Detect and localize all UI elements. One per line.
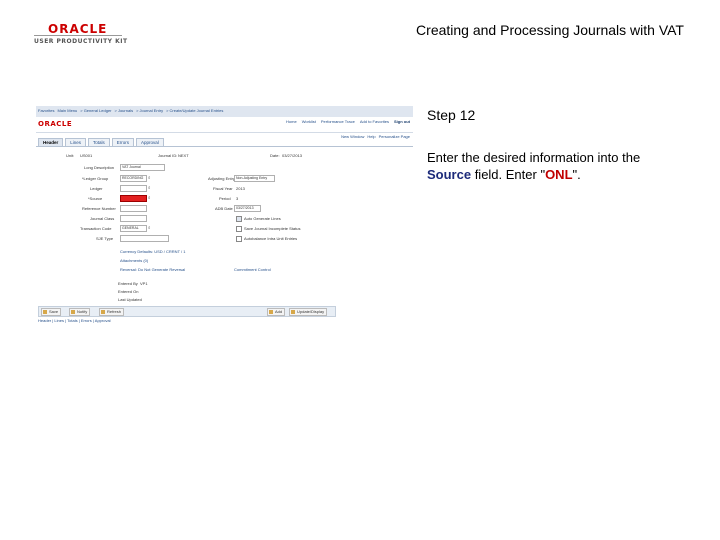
breadcrumb-item[interactable]: > Journals bbox=[115, 108, 134, 113]
save-button[interactable]: Save bbox=[41, 308, 62, 316]
instruction-text-start: Enter the desired information into the bbox=[427, 150, 641, 165]
source-label: *Source bbox=[88, 196, 103, 201]
tab-divider bbox=[36, 146, 413, 147]
breadcrumb-item[interactable]: Main Menu bbox=[57, 108, 77, 113]
date-value: 03/27/2013 bbox=[282, 153, 303, 158]
ledger-lookup-icon[interactable]: ⌕ bbox=[148, 185, 151, 190]
reversal-link[interactable]: Reversal: Do Not Generate Reversal bbox=[120, 267, 185, 272]
breadcrumb-item[interactable]: > Journal Entry bbox=[136, 108, 163, 113]
long-description-label: Long Description bbox=[84, 165, 115, 170]
transaction-code-lookup-icon[interactable]: ⌕ bbox=[148, 225, 151, 230]
step-number: Step 12 bbox=[427, 107, 476, 123]
save-incomplete-checkbox[interactable] bbox=[236, 226, 242, 232]
instruction-text-mid: field. Enter " bbox=[471, 167, 546, 182]
brand-bar: ORACLE Home Worklist Performance Trace Add … bbox=[36, 117, 413, 133]
field-name-emphasis: Source bbox=[427, 167, 472, 182]
refresh-button[interactable]: Refresh bbox=[99, 308, 125, 316]
save-incomplete-label: Save Journal Incomplete Status bbox=[244, 226, 301, 231]
page-link[interactable]: New Window bbox=[341, 134, 364, 139]
logo-divider bbox=[34, 35, 122, 36]
logo-upk-text: USER PRODUCTIVITY KIT bbox=[34, 38, 128, 45]
last-updated-label: Last Updated bbox=[118, 297, 142, 302]
footer-tab-links[interactable]: Header | Lines | Totals | Errors | Appro… bbox=[38, 318, 111, 323]
journal-class-label: Journal Class bbox=[90, 216, 115, 221]
period-value: 3 bbox=[236, 196, 239, 201]
top-links: Home Worklist Performance Trace Add to Favo… bbox=[286, 119, 410, 124]
tab-approval[interactable]: Approval bbox=[136, 138, 164, 146]
autobalance-label: Autobalance Intra Unit Entries bbox=[244, 236, 298, 241]
document-title: Creating and Processing Journals with VA… bbox=[416, 22, 684, 38]
journal-tabs: Header Lines Totals Errors Approval bbox=[38, 138, 164, 146]
adjusting-entry-label: Adjusting Entry: bbox=[208, 176, 237, 181]
action-button-bar: Save Notify Refresh Add Update/Display bbox=[38, 306, 336, 317]
top-link[interactable]: Performance Trace bbox=[321, 119, 355, 124]
app-oracle-logo: ORACLE bbox=[38, 120, 73, 128]
oracle-upk-logo: ORACLE USER PRODUCTIVITY KIT bbox=[34, 22, 130, 50]
ledger-label: Ledger bbox=[90, 186, 103, 191]
top-link[interactable]: Sign out bbox=[394, 119, 410, 124]
ledger-field[interactable] bbox=[120, 185, 147, 192]
adb-date-label: ADB Date bbox=[215, 206, 233, 211]
notify-button[interactable]: Notify bbox=[69, 308, 91, 316]
tab-lines[interactable]: Lines bbox=[65, 138, 87, 146]
journal-id-label: Journal ID: bbox=[158, 153, 178, 158]
auto-generate-lines-checkbox[interactable] bbox=[236, 216, 242, 222]
autobalance-checkbox[interactable] bbox=[236, 236, 242, 242]
source-lookup-icon[interactable]: ⌕ bbox=[148, 195, 151, 200]
sje-type-label: SJE Type bbox=[96, 236, 114, 241]
breadcrumb: Favorites Main Menu > General Ledger > Jour… bbox=[38, 108, 223, 113]
entry-value-emphasis: ONL bbox=[545, 167, 573, 182]
fiscal-year-label: Fiscal Year bbox=[213, 186, 233, 191]
tab-errors[interactable]: Errors bbox=[111, 138, 135, 146]
step-instruction: Enter the desired information into the S… bbox=[427, 149, 687, 183]
journal-id-value: NEXT bbox=[178, 153, 189, 158]
reference-number-label: Reference Number bbox=[82, 206, 116, 211]
ledger-group-field[interactable]: RECORDING bbox=[120, 175, 147, 182]
adjusting-entry-select[interactable]: Non-Adjusting Entry bbox=[234, 175, 275, 182]
commitment-control-link[interactable]: Commitment Control bbox=[234, 267, 271, 272]
top-link[interactable]: Add to Favorites bbox=[360, 119, 389, 124]
entered-by-value: VP1 bbox=[140, 281, 148, 286]
breadcrumb-item[interactable]: Favorites bbox=[38, 108, 54, 113]
page-link[interactable]: Help bbox=[367, 134, 375, 139]
add-button[interactable]: Add bbox=[267, 308, 286, 316]
ledger-group-lookup-icon[interactable]: ⌕ bbox=[148, 175, 151, 180]
transaction-code-field[interactable]: GENERAL bbox=[120, 225, 147, 232]
entered-by-label: Entered By bbox=[118, 281, 138, 286]
long-description-field[interactable]: VAT Journal bbox=[120, 164, 165, 171]
period-label: Period bbox=[219, 196, 231, 201]
reference-number-field[interactable] bbox=[120, 205, 147, 212]
page-links: New Window Help Personalize Page bbox=[341, 134, 410, 139]
breadcrumb-item[interactable]: > General Ledger bbox=[80, 108, 111, 113]
entered-on-label: Entered On bbox=[118, 289, 139, 294]
tab-header[interactable]: Header bbox=[38, 138, 64, 146]
attachments-link[interactable]: Attachments (0) bbox=[120, 258, 148, 263]
adb-date-field[interactable]: 03/27/2013 bbox=[234, 205, 261, 212]
tab-totals[interactable]: Totals bbox=[88, 138, 110, 146]
currency-defaults-link[interactable]: Currency Defaults: USD / CRRNT / 1 bbox=[120, 249, 186, 254]
unit-value: US001 bbox=[80, 153, 93, 158]
date-label: Date: bbox=[270, 153, 280, 158]
transaction-code-label: Transaction Code bbox=[80, 226, 112, 231]
auto-generate-lines-label: Auto Generate Lines bbox=[244, 216, 281, 221]
application-screenshot: Favorites Main Menu > General Ledger > Jour… bbox=[36, 106, 413, 326]
update-display-button[interactable]: Update/Display bbox=[289, 308, 328, 316]
top-link[interactable]: Home bbox=[286, 119, 297, 124]
journal-class-field[interactable] bbox=[120, 215, 147, 222]
breadcrumb-item[interactable]: > Create/Update Journal Entries bbox=[166, 108, 223, 113]
top-link[interactable]: Worklist bbox=[302, 119, 316, 124]
ledger-group-label: *Ledger Group bbox=[82, 176, 109, 181]
source-field[interactable] bbox=[120, 195, 147, 202]
sje-type-select[interactable] bbox=[120, 235, 169, 242]
instruction-text-end: ". bbox=[572, 167, 581, 182]
page-link[interactable]: Personalize Page bbox=[379, 134, 410, 139]
fiscal-year-value: 2013 bbox=[236, 186, 245, 191]
unit-label: Unit: bbox=[66, 153, 75, 158]
logo-oracle-text: ORACLE bbox=[48, 22, 108, 36]
